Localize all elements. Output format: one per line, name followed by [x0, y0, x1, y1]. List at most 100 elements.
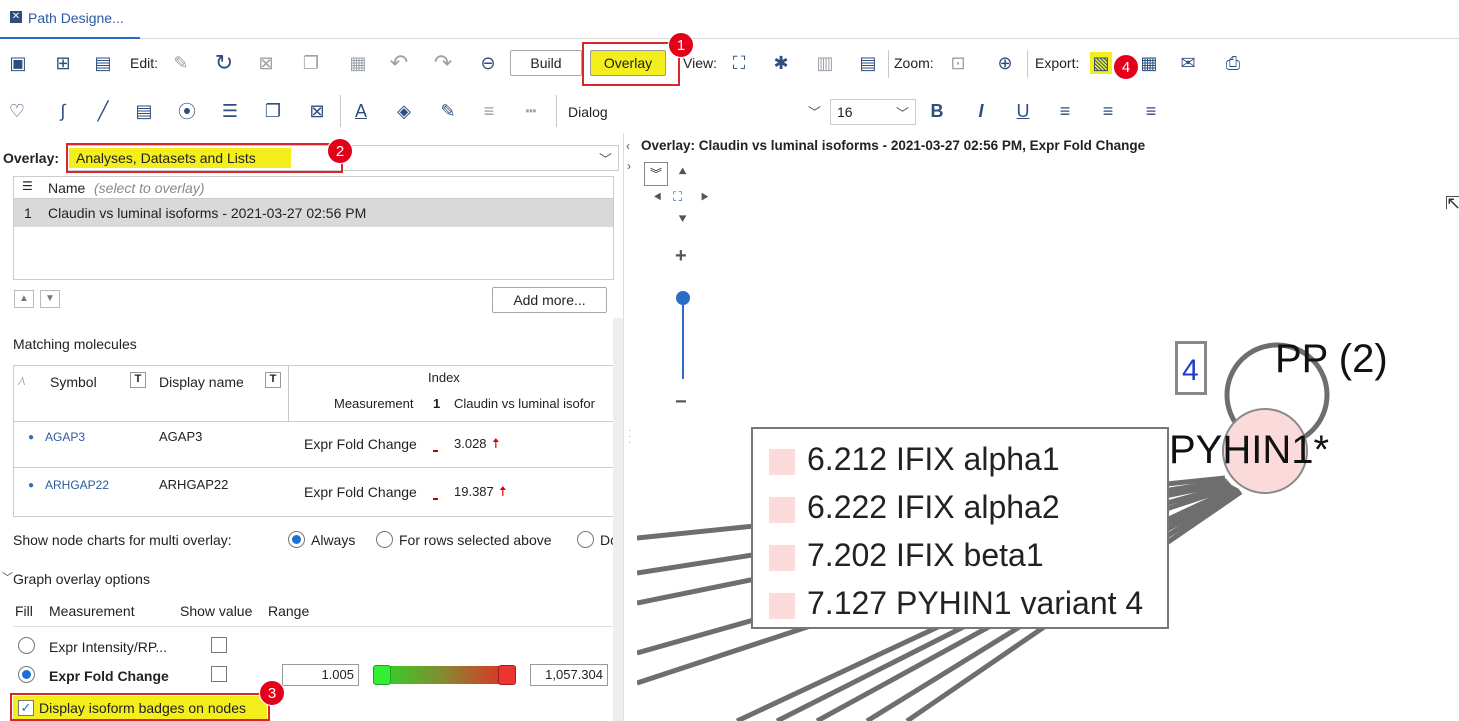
bullet-list-icon[interactable]: ☰ [219, 100, 241, 122]
add-more-button[interactable]: Add more... [492, 287, 607, 313]
move-down-icon[interactable]: ▼ [40, 290, 60, 308]
close-icon[interactable]: ✕ [10, 11, 22, 23]
curve-icon[interactable]: ∫ [52, 100, 74, 122]
tab-path-designer[interactable]: ✕ Path Designe... [0, 0, 140, 39]
add-node-icon[interactable]: ⊞ [52, 52, 74, 74]
font-size-select[interactable]: 16 ﹀ [830, 99, 916, 125]
slider-handle-min[interactable] [373, 665, 391, 685]
clipboard-icon[interactable]: ▣ [7, 52, 29, 74]
node-charts-label: Show node charts for multi overlay: [13, 532, 232, 548]
show-value-checkbox[interactable] [211, 666, 227, 682]
zoom-region-icon[interactable]: ⊡ [947, 52, 969, 74]
attach-icon[interactable]: ⦿ [176, 100, 198, 122]
row-symbol[interactable]: AGAP3 [45, 430, 85, 444]
sort-icon[interactable]: ☰ [22, 179, 33, 193]
row-display: ARHGAP22 [159, 477, 229, 492]
zoom-out-icon[interactable]: ⊖ [477, 52, 499, 74]
underline-icon[interactable]: U [1012, 100, 1034, 122]
node-label[interactable]: PYHIN1* [1169, 428, 1329, 473]
italic-icon[interactable]: I [970, 100, 992, 122]
radio-always[interactable] [288, 531, 305, 548]
copy-icon[interactable]: ❐ [300, 52, 322, 74]
divider [13, 626, 613, 627]
list-doc-icon[interactable]: ▤ [92, 52, 114, 74]
color-swatch [433, 450, 438, 452]
range-max-input[interactable]: 1,057.304 [530, 664, 608, 686]
redo-icon[interactable]: ↷ [432, 50, 454, 75]
font-family-select[interactable]: Dialog ﹀ [562, 99, 827, 125]
show-value-checkbox[interactable] [211, 637, 227, 653]
col-hint: (select to overlay) [94, 180, 205, 196]
table-row[interactable]: ● AGAP3 AGAP3 Expr Fold Change 3.028 🠅 [14, 424, 613, 468]
details-icon[interactable]: ▤ [857, 52, 879, 74]
table-row[interactable]: ● ARHGAP22 ARHGAP22 Expr Fold Change 19.… [14, 472, 613, 516]
text-box-icon[interactable]: ▤ [133, 100, 155, 122]
line-icon[interactable]: ╱ [92, 100, 114, 122]
filter-icon[interactable]: T [265, 372, 281, 388]
row-display: AGAP3 [159, 429, 203, 444]
paste-icon[interactable]: ▦ [347, 52, 369, 74]
chart-style-icon[interactable]: ⊠ [306, 100, 328, 122]
legend-item: 6.212 IFIX alpha1 [769, 441, 1167, 489]
refresh-icon[interactable]: ↻ [213, 50, 235, 75]
line-weight-icon[interactable]: ≡ [478, 100, 500, 122]
align-left-icon[interactable]: ≡ [1054, 100, 1076, 122]
collapse-left-icon[interactable]: ‹ [626, 139, 630, 153]
radio-expr-intensity[interactable] [18, 637, 35, 654]
legend-value: 7.127 [807, 585, 888, 621]
overlay-list: ☰ Name (select to overlay) 1 Claudin vs … [13, 176, 614, 280]
export-table-icon[interactable]: ▦ [1138, 52, 1160, 74]
separator [888, 50, 889, 78]
radio-do[interactable] [577, 531, 594, 548]
col-name: Name [48, 180, 86, 196]
legend-value: 6.212 [807, 441, 888, 477]
left-panel: Overlay: Analyses, Datasets and Lists ﹀ … [0, 133, 624, 721]
sort-asc-icon: ⁄\ [20, 376, 25, 388]
print-icon[interactable]: ⎙ [1222, 52, 1244, 74]
row-value: 19.387 [454, 484, 494, 499]
graph-canvas[interactable]: Overlay: Claudin vs luminal isoforms - 2… [637, 133, 1459, 721]
move-up-icon[interactable]: ▲ [14, 290, 34, 308]
collapse-right-icon[interactable]: › [627, 159, 631, 173]
legend-swatch [769, 448, 795, 475]
panel-splitter[interactable]: ‹ › · · · [624, 133, 636, 721]
zoom-in-icon[interactable]: ⊕ [994, 52, 1016, 74]
slider-handle-max[interactable] [498, 665, 516, 685]
export-image-icon[interactable]: ▧ [1090, 52, 1112, 74]
columns-icon[interactable]: ▥ [814, 52, 836, 74]
legend-name: PYHIN1 variant 4 [895, 585, 1144, 621]
delete-icon[interactable]: ⊠ [255, 52, 277, 74]
range-min-input[interactable]: 1.005 [282, 664, 359, 686]
list-row[interactable]: 1 Claudin vs luminal isoforms - 2021-03-… [14, 199, 613, 227]
font-color-icon[interactable]: A [350, 100, 372, 122]
range-max-value: 1,057.304 [545, 667, 603, 682]
network-layout-icon[interactable]: ✱ [770, 52, 792, 74]
row-symbol[interactable]: ARHGAP22 [45, 478, 109, 492]
collapse-chevron-icon[interactable]: ﹀ [2, 569, 13, 585]
left-panel-scrollbar[interactable] [613, 318, 623, 721]
build-button[interactable]: Build [510, 50, 582, 76]
row-expr-intensity: Expr Intensity/RP... [49, 639, 168, 655]
filter-icon[interactable]: T [130, 372, 146, 388]
line-color-icon[interactable]: ✎ [437, 100, 459, 122]
fill-color-icon[interactable]: ◈ [393, 100, 415, 122]
range-gradient-slider[interactable] [373, 665, 516, 685]
copy-format-icon[interactable]: ❐ [262, 100, 284, 122]
col-show-value: Show value [180, 603, 253, 619]
align-right-icon[interactable]: ≡ [1140, 100, 1162, 122]
edit-icon[interactable]: ✎ [170, 52, 192, 74]
undo-icon[interactable]: ↶ [388, 50, 410, 75]
freeform-icon[interactable]: ♡ [6, 100, 28, 122]
export-label: Export: [1035, 55, 1080, 71]
mouse-cursor-icon: ⇱ [1445, 193, 1459, 213]
bullet-icon: ● [28, 432, 35, 443]
fit-screen-icon[interactable]: ⛶ [728, 52, 750, 74]
align-center-icon[interactable]: ≡ [1097, 100, 1119, 122]
radio-rows-selected[interactable] [376, 531, 393, 548]
radio-expr-fold-change[interactable] [18, 666, 35, 683]
arrow-up-icon: 🠅 [499, 483, 507, 499]
export-email-icon[interactable]: ✉ [1177, 52, 1199, 74]
line-style-icon[interactable]: ┅ [520, 100, 542, 122]
bold-icon[interactable]: B [926, 100, 948, 122]
col-measurement: Measurement [49, 603, 135, 619]
